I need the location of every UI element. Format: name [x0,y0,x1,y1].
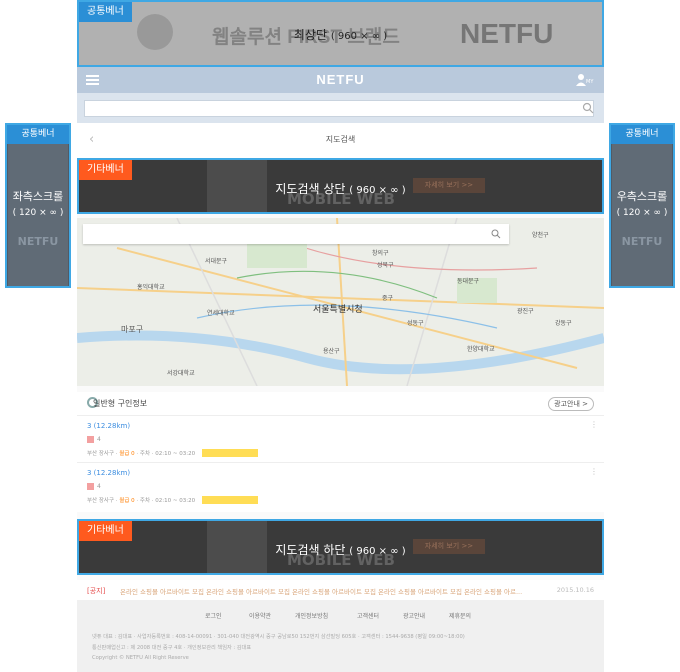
map-label: 강동구 [555,320,572,327]
top-banner-overlay: 공통베너 최상단 ( 960 × ∞ ) [77,0,604,67]
map-label: 광진구 [517,308,534,315]
map-label: 마포구 [121,325,144,334]
map-label: 창의구 [372,250,389,257]
map-top-banner-overlay: 기타베너 지도검색 상단 ( 960 × ∞ ) [77,158,604,214]
top-banner[interactable]: 웹솔루션 FIRST 브랜드 NETFU 공통베너 최상단 ( 960 × ∞ … [77,0,604,67]
copyright: Copyright © NETFU All Right Reserve [92,655,189,661]
right-side-label-wrap: 우측스크롤 ( 120 × ∞ ) [611,189,673,221]
banner-tag: 기타베너 [79,160,132,180]
search-icon[interactable] [582,102,594,114]
middle-banner-label: 지도검색 상단 [275,182,346,196]
notice-date: 2015.10.16 [556,586,594,594]
bottom-banner-size: ( 960 × ∞ ) [349,546,406,557]
left-side-size: ( 120 × ∞ ) [12,208,64,218]
job-badge [202,449,258,457]
banner-tag: 기타베너 [79,521,132,541]
more-icon[interactable]: ⋮ [590,420,598,429]
map-label: 서대문구 [205,258,228,265]
job-title[interactable]: 3 (12.28km) [87,469,130,477]
map-label: 양천구 [532,232,549,239]
footer: 로그인 이용약관 개인정보방침 고객센터 광고안내 제휴문의 넷퓨 대표 : 김… [77,600,604,672]
job-meta: 부산 장사구 · 월급 0 · 주차 · 02:10 ~ 03:20 [87,498,196,504]
bottom-banner-label: 지도검색 하단 [275,543,346,557]
map-label: 연세대학교 [207,310,235,317]
footer-link-ads[interactable]: 광고안내 [403,611,425,620]
left-side-label-wrap: 좌측스크롤 ( 120 × ∞ ) [7,189,69,221]
top-banner-label-wrap: 최상단 ( 960 × ∞ ) [79,26,602,43]
app-header: NETFU MY [77,67,604,93]
notice-label: [공지] [87,587,106,595]
job-title[interactable]: 3 (12.28km) [87,422,130,430]
map-bottom-banner-overlay: 기타베너 지도검색 하단 ( 960 × ∞ ) [77,519,604,575]
banner-tag: 공통베너 [79,2,132,22]
left-side-overlay: 공통베너 좌측스크롤 ( 120 × ∞ ) [5,123,71,288]
middle-banner-size: ( 960 × ∞ ) [349,185,406,196]
map-search-input[interactable] [83,224,509,244]
job-list: 일반형 구인정보 광고안내 > 3 (12.28km) 4 부산 장사구 · 월… [77,392,604,512]
footer-link-privacy[interactable]: 개인정보방침 [295,611,328,620]
search-row [77,93,604,123]
middle-banner-label-wrap: 지도검색 상단 ( 960 × ∞ ) [79,180,602,197]
search-input[interactable] [84,100,594,117]
job-count: 4 [87,483,101,490]
banner-tag: 공통베너 [611,125,673,144]
footer-link-partnership[interactable]: 제휴문의 [449,611,471,620]
map-label: 동대문구 [457,278,480,285]
logo[interactable]: NETFU [77,72,604,87]
right-scroll-banner[interactable]: NETFU 공통베너 우측스크롤 ( 120 × ∞ ) [609,123,675,288]
job-meta: 부산 장사구 · 월급 0 · 주차 · 02:10 ~ 03:20 [87,451,196,457]
map-search-icon[interactable] [491,229,501,242]
right-side-size: ( 120 × ∞ ) [616,208,668,218]
job-section-title: 일반형 구인정보 [93,399,148,408]
subheader: ‹ 지도검색 [77,123,604,159]
map-label: 성북구 [377,262,394,269]
map-label: 중구 [382,295,394,302]
left-side-label: 좌측스크롤 [12,190,64,203]
map-top-banner[interactable]: MOBILE WEB 자세히 보기 >> 기타베너 지도검색 상단 ( 960 … [77,158,604,214]
map-label: 한양대학교 [467,346,495,353]
map-label-city-hall: 서울특별시청 [313,305,363,315]
job-badge [202,496,258,504]
notice-text[interactable]: 온라인 쇼핑몰 아르바이트 모집 온라인 쇼핑몰 아르바이트 모집 온라인 쇼핑… [120,586,550,596]
footer-link-support[interactable]: 고객센터 [357,611,379,620]
ad-info-button[interactable]: 광고안내 > [548,397,594,411]
map-bottom-banner[interactable]: MOBILE WEB 자세히 보기 >> 기타베너 지도검색 하단 ( 960 … [77,519,604,575]
job-count: 4 [87,436,101,443]
my-badge: MY [586,79,594,85]
page-title: 지도검색 [325,135,356,144]
right-side-overlay: 공통베너 우측스크롤 ( 120 × ∞ ) [609,123,675,288]
banner-tag: 공통베너 [7,125,69,144]
footer-link-terms[interactable]: 이용약관 [249,611,271,620]
top-banner-size: ( 960 × ∞ ) [330,31,388,42]
left-scroll-banner[interactable]: NETFU 공통베너 좌측스크롤 ( 120 × ∞ ) [5,123,71,288]
more-icon[interactable]: ⋮ [590,467,598,476]
job-list-item[interactable]: 3 (12.28km) 4 부산 장사구 · 월급 0 · 주차 · 02:10… [77,462,604,508]
company-info-2: 통신판매업신고 : 제 2008 대전 중구 4호 · 개인정보관리 책임자 :… [92,645,252,651]
job-list-item[interactable]: 3 (12.28km) 4 부산 장사구 · 월급 0 · 주차 · 02:10… [77,415,604,461]
map-label: 용산구 [323,348,340,355]
map-label: 서강대학교 [167,370,195,377]
top-banner-label: 최상단 [293,28,327,42]
footer-link-login[interactable]: 로그인 [205,611,222,620]
map-label: 성동구 [407,320,424,327]
map-label: 홍익대학교 [137,284,165,291]
my-user-icon[interactable]: MY [576,73,594,87]
notice-bar[interactable]: [공지] 온라인 쇼핑몰 아르바이트 모집 온라인 쇼핑몰 아르바이트 모집 온… [77,580,604,600]
map-view[interactable]: 창의구 양천구 서대문구 성북구 동대문구 광진구 마포구 중구 서울특별시청 … [77,218,604,386]
right-side-label: 우측스크롤 [616,190,668,203]
bottom-banner-label-wrap: 지도검색 하단 ( 960 × ∞ ) [79,541,602,558]
company-info: 넷퓨 대표 : 김대표 · 사업자등록번호 : 408-14-00091 · 3… [92,634,465,640]
